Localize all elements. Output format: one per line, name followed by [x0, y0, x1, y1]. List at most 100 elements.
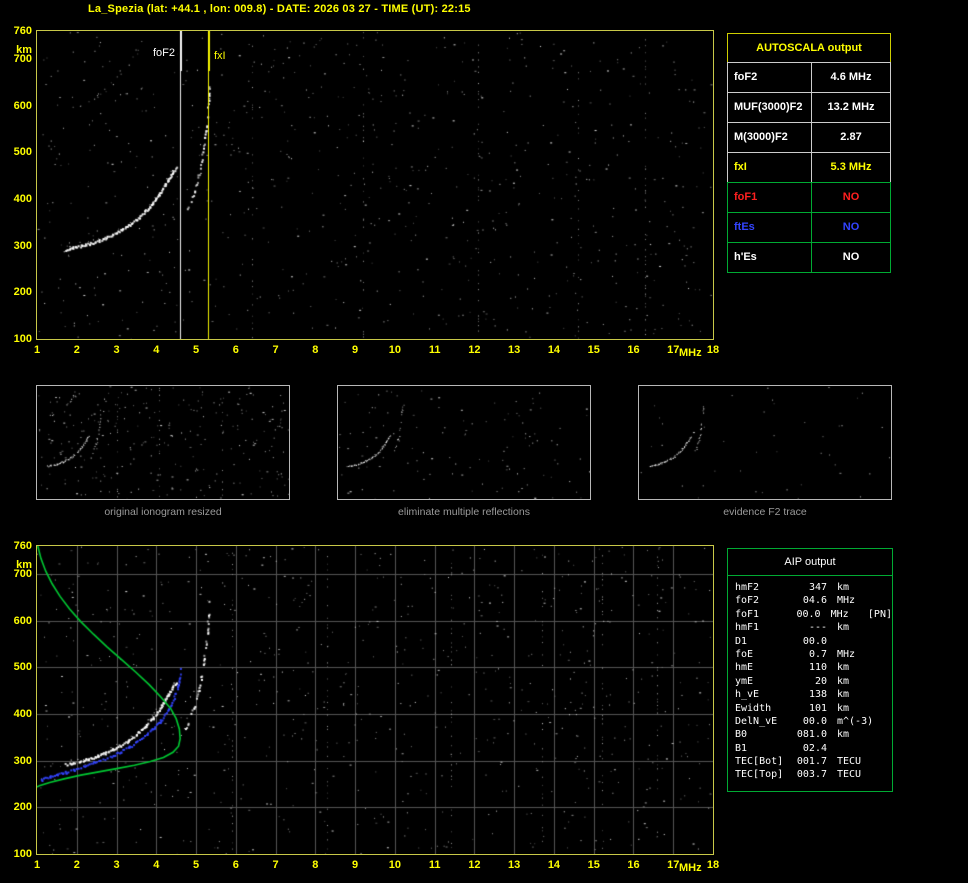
thumbnail-caption-original: original ionogram resized	[104, 506, 222, 518]
aip-value: 110	[808, 662, 827, 674]
autoscala-table-body: foF2 4.6 MHz MUF(3000)F2 13.2 MHz M(3000)F2 2…	[727, 62, 891, 273]
x-tick-label: 18	[706, 344, 720, 356]
aip-label: foF2	[735, 595, 760, 607]
aip-table-row: ymE 20 km	[735, 676, 892, 689]
aip-extra	[875, 595, 877, 608]
aip-value: 003.7	[796, 769, 827, 781]
aip-unit: TECU	[837, 769, 862, 781]
aip-table-row: hmF1 --- km	[735, 622, 892, 635]
aip-unit: MHz	[837, 595, 856, 607]
autoscala-row-value: NO	[811, 212, 891, 243]
aip-table-row: foF1 00.0 MHz [PN]	[735, 609, 892, 622]
y-tick-label: 760	[13, 25, 32, 37]
x-tick-label: 7	[272, 859, 279, 871]
thumbnail-panel-filtered	[337, 385, 591, 500]
bottom-ionogram-plot: 760 700 600 500 400 300 200 100 km 1 2 3 4 5 6 7 8 9 10 11 1…	[14, 540, 719, 874]
autoscala-row-value: 4.6 MHz	[811, 62, 891, 93]
x-tick-label: 13	[508, 859, 521, 871]
y-tick-label: 760	[13, 540, 32, 552]
autoscala-row-label: M(3000)F2	[727, 122, 812, 153]
aip-value: 00.0	[802, 635, 827, 647]
aip-table-row: B1 02.4	[735, 743, 892, 756]
x-tick-label: 16	[627, 344, 640, 356]
aip-table-row: B0 081.0 km	[735, 729, 892, 742]
x-tick-label: 18	[706, 859, 720, 871]
aip-table-body: hmF2 347 km foF2 04.6 MHz foF1 00.0 MHz [PN] hmF1-…	[728, 576, 892, 783]
aip-unit: km	[837, 662, 850, 674]
bottom-ionogram-canvas	[37, 546, 713, 854]
x-tick-label: 8	[312, 344, 319, 356]
aip-label: Ewidth	[735, 702, 772, 714]
autoscala-table-row: M(3000)F2 2.87	[727, 122, 891, 153]
aip-label: hmE	[735, 662, 754, 674]
aip-table-row: h_vE 138 km	[735, 689, 892, 702]
aip-unit: km	[837, 702, 850, 714]
aip-value: 20	[814, 675, 827, 687]
thumbnail-caption-filtered: eliminate multiple reflections	[398, 506, 530, 518]
aip-value: 081.0	[796, 729, 827, 741]
x-tick-label: 9	[352, 859, 359, 871]
top-ionogram-canvas	[37, 31, 713, 339]
y-tick-label: 300	[13, 754, 32, 767]
aip-value: 0.7	[808, 648, 827, 660]
aip-label: h_vE	[735, 689, 760, 701]
aip-table-header: AIP output	[728, 549, 892, 576]
aip-extra	[875, 716, 877, 729]
autoscala-row-value: 13.2 MHz	[811, 92, 891, 123]
aip-label: DelN_vE	[735, 715, 778, 727]
aip-unit: MHz	[837, 648, 856, 660]
aip-extra	[875, 582, 877, 595]
aip-extra	[875, 756, 877, 769]
aip-extra	[875, 743, 877, 756]
autoscala-row-label: ftEs	[727, 212, 812, 243]
aip-table-row: TEC[Top] 003.7 TECU	[735, 769, 892, 782]
x-tick-label: 6	[232, 344, 239, 356]
autoscala-row-label: foF2	[727, 62, 812, 93]
page-title: La_Spezia (lat: +44.1 , lon: 009.8) - DA…	[88, 3, 471, 15]
autoscala-screen: La_Spezia (lat: +44.1 , lon: 009.8) - DA…	[0, 0, 968, 883]
aip-value: 02.4	[802, 742, 827, 754]
thumbnail-canvas-original	[37, 386, 289, 499]
aip-table-row: DelN_vE 00.0 m^(-3)	[735, 716, 892, 729]
x-tick-label: 2	[73, 859, 80, 871]
y-tick-label: 500	[13, 146, 32, 159]
aip-extra	[875, 703, 877, 716]
y-tick-label: 300	[13, 239, 32, 252]
x-tick-label: 1	[33, 344, 41, 356]
aip-unit: km	[837, 675, 850, 687]
aip-value: 001.7	[796, 756, 827, 768]
thumbnail-panel-original	[36, 385, 290, 500]
autoscala-row-value: 5.3 MHz	[811, 152, 891, 183]
aip-label: hmF1	[735, 622, 760, 634]
x-tick-label: 4	[153, 859, 160, 871]
aip-unit: km	[837, 582, 850, 593]
x-tick-label: 6	[232, 859, 239, 871]
x-tick-label: 15	[587, 344, 600, 356]
autoscala-table-row: foF2 4.6 MHz	[727, 62, 891, 93]
aip-unit: MHz	[830, 608, 849, 620]
aip-label: TEC[Bot]	[735, 756, 784, 768]
aip-extra	[875, 769, 877, 782]
x-tick-label: 3	[113, 344, 120, 356]
autoscala-table-row: ftEs NO	[727, 212, 891, 243]
x-tick-label: 10	[388, 344, 401, 356]
x-tick-label: 3	[113, 859, 120, 871]
autoscala-row-label: MUF(3000)F2	[727, 92, 812, 123]
x-tick-label: 11	[428, 344, 441, 356]
x-tick-label: 16	[627, 859, 640, 871]
aip-unit: km	[837, 729, 850, 741]
autoscala-row-value: NO	[811, 242, 891, 273]
x-tick-label: 14	[547, 859, 561, 871]
fof2-marker-label: foF2	[141, 47, 177, 59]
aip-label: B0	[735, 729, 748, 741]
aip-value: 101	[808, 702, 827, 714]
autoscala-table-row: MUF(3000)F2 13.2 MHz	[727, 92, 891, 123]
aip-value: 00.0	[802, 715, 827, 727]
x-tick-label: 12	[468, 859, 481, 871]
aip-value: 00.0	[796, 608, 821, 620]
km-axis-label: km	[16, 44, 32, 56]
y-tick-label: 600	[13, 614, 32, 627]
aip-label: foF1	[735, 608, 760, 620]
aip-label: D1	[735, 635, 748, 647]
aip-extra	[875, 622, 877, 635]
